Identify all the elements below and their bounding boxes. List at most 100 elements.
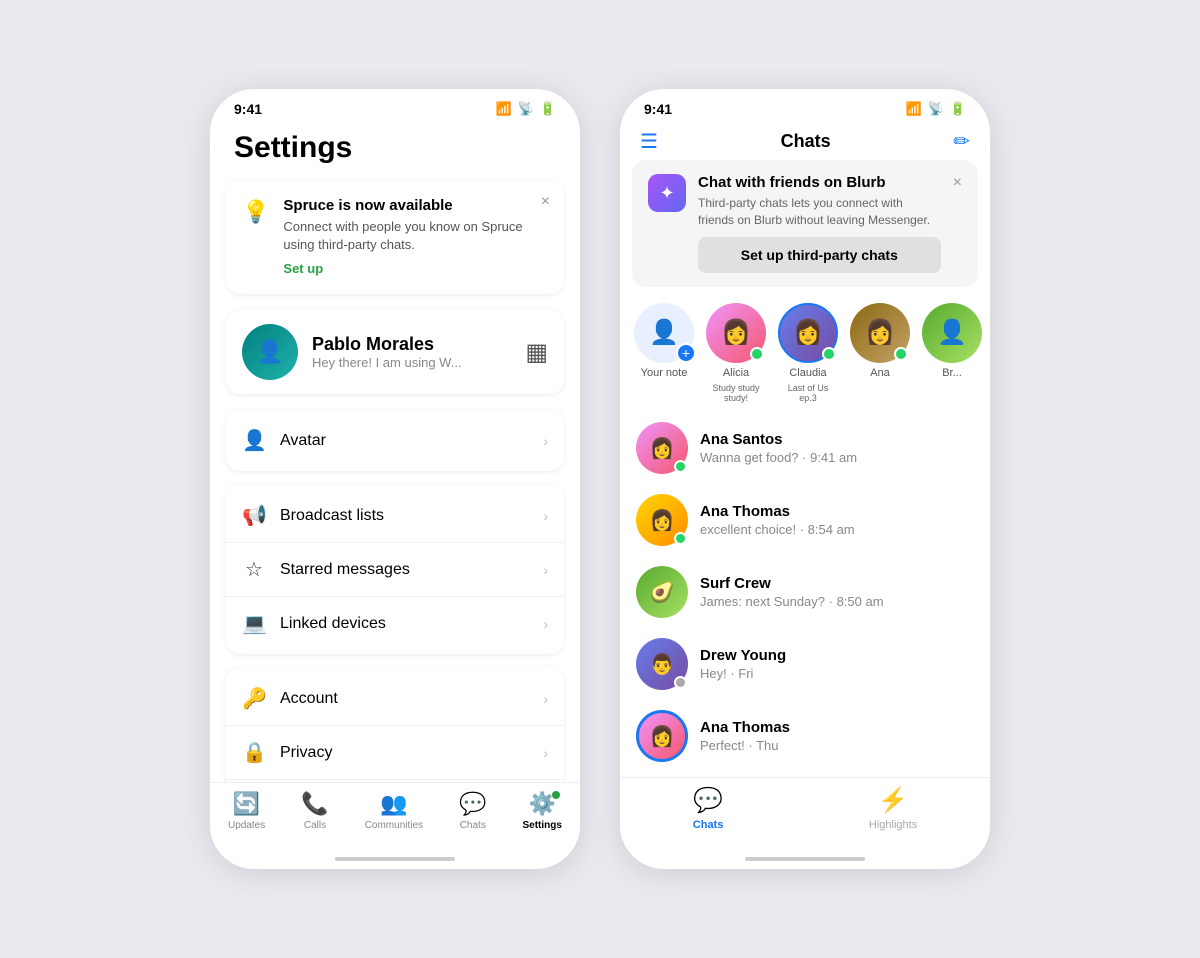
notification-close-button[interactable]: × [541,193,550,211]
chats-nav-chats[interactable]: 💬 Chats [693,786,724,831]
chat-avatar-wrap-ana-santos: 👩 [636,422,688,474]
story-avatar-wrap-br: 👤 [922,303,982,363]
banner-title: Chat with friends on Blurb [698,174,941,191]
home-indicator-left [335,857,455,861]
chat-info-ana-thomas-1: Ana Thomas excellent choice! · 8:54 am [700,503,974,537]
story-avatar-br: 👤 [922,303,982,363]
chat-item-ana-santos[interactable]: 👩 Ana Santos Wanna get food? · 9:41 am [620,412,990,484]
starred-label: Starred messages [280,561,529,579]
account-chevron-icon: › [543,691,548,707]
story-label-claudia: Claudia [789,367,826,379]
chats-bottom-nav: 💬 Chats ⚡ Highlights [620,777,990,851]
linked-label: Linked devices [280,615,529,633]
chat-name-drew-young: Drew Young [700,647,974,664]
chat-info-ana-santos: Ana Santos Wanna get food? · 9:41 am [700,431,974,465]
updates-label: Updates [228,820,265,831]
avatar-chevron-icon: › [543,433,548,449]
communities-icon: 👥 [380,791,407,817]
settings-item-broadcast[interactable]: 📢 Broadcast lists › [226,489,564,543]
chat-name-ana-thomas-1: Ana Thomas [700,503,974,520]
nav-communities[interactable]: 👥 Communities [365,791,423,831]
drew-online-dot [674,676,687,689]
nav-chats[interactable]: 💬 Chats [459,791,486,831]
chat-item-ana-thomas-2[interactable]: 👩 Ana Thomas Perfect! · Thu [620,700,990,772]
updates-icon: 🔄 [233,791,260,817]
privacy-label: Privacy [280,744,529,762]
broadcast-label: Broadcast lists [280,507,529,525]
chat-item-drew-young[interactable]: 👨 Drew Young Hey! · Fri [620,628,990,700]
chat-name-surf-crew: Surf Crew [700,575,974,592]
bottom-nav-left: 🔄 Updates 📞 Calls 👥 Communities 💬 Chats … [210,782,580,851]
chat-item-ana-thomas-1[interactable]: 👩 Ana Thomas excellent choice! · 8:54 am [620,484,990,556]
qr-code-icon[interactable]: ▦ [525,338,548,367]
chat-preview-drew-young: Hey! · Fri [700,666,974,681]
story-label-note: Your note [641,367,688,379]
compose-icon[interactable]: ✏ [953,129,970,154]
status-bar-right: 9:41 📶 📡 🔋 [620,89,990,121]
chats-nav-highlights[interactable]: ⚡ Highlights [869,786,917,831]
chat-info-drew-young: Drew Young Hey! · Fri [700,647,974,681]
nav-updates[interactable]: 🔄 Updates [228,791,265,831]
calls-label: Calls [304,820,326,831]
chat-list: 👩 Ana Santos Wanna get food? · 9:41 am 👩… [620,412,990,777]
chat-avatar-wrap-ana-thomas-2: 👩 [636,710,688,762]
wifi-icon-right: 📡 [928,101,944,117]
story-label-ana: Ana [870,367,890,379]
chat-item-surf-crew[interactable]: 🥑 Surf Crew James: next Sunday? · 8:50 a… [620,556,990,628]
banner-app-icon: ✦ [648,174,686,212]
notification-setup-link[interactable]: Set up [283,261,323,276]
status-icons-right: 📶 📡 🔋 [905,101,966,117]
profile-card[interactable]: 👤 Pablo Morales Hey there! I am using W.… [226,310,564,394]
notification-text: Spruce is now available Connect with peo… [283,197,548,278]
settings-content: Settings 💡 Spruce is now available Conne… [210,121,580,782]
chats-header-title: Chats [781,131,831,152]
linked-chevron-icon: › [543,616,548,632]
profile-name: Pablo Morales [312,334,511,355]
starred-icon: ☆ [242,557,266,582]
time-left: 9:41 [234,101,262,117]
profile-info: Pablo Morales Hey there! I am using W... [312,334,511,370]
banner-card: ✦ Chat with friends on Blurb Third-party… [632,160,978,287]
settings-title: Settings [234,131,564,165]
chat-name-ana-santos: Ana Santos [700,431,974,448]
right-phone: 9:41 📶 📡 🔋 ☰ Chats ✏ ✦ Chat with friends… [620,89,990,869]
account-icon: 🔑 [242,686,266,711]
settings-item-privacy[interactable]: 🔒 Privacy › [226,726,564,780]
notification-description: Connect with people you know on Spruce u… [283,218,548,254]
story-claudia[interactable]: 👩 Claudia Last of Us ep.3 [778,303,838,405]
story-br[interactable]: 👤 Br... [922,303,982,405]
chat-preview-ana-thomas-1: excellent choice! · 8:54 am [700,522,974,537]
settings-item-avatar[interactable]: 👤 Avatar › [226,414,564,467]
nav-calls[interactable]: 📞 Calls [301,791,328,831]
notification-card: 💡 Spruce is now available Connect with p… [226,181,564,294]
story-label-br: Br... [942,367,962,379]
chat-avatar-ana-thomas-2: 👩 [636,710,688,762]
chats-nav-highlights-icon: ⚡ [878,786,908,815]
banner-setup-button[interactable]: Set up third-party chats [698,237,941,273]
banner-close-button[interactable]: × [953,174,962,192]
communities-label: Communities [365,820,423,831]
status-icons-left: 📶 📡 🔋 [495,101,556,117]
avatar-icon: 👤 [242,428,266,453]
settings-item-linked[interactable]: 💻 Linked devices › [226,597,564,650]
account-label: Account [280,690,529,708]
nav-chats-icon: 💬 [459,791,486,817]
story-your-note[interactable]: 👤 + Your note [634,303,694,405]
chat-preview-ana-thomas-2: Perfect! · Thu [700,738,974,753]
settings-group-3: 🔑 Account › 🔒 Privacy › 💬 Chats › [226,668,564,782]
nav-settings[interactable]: ⚙️ Settings [522,791,561,831]
wifi-icon: 📡 [518,101,534,117]
chat-info-ana-thomas-2: Ana Thomas Perfect! · Thu [700,719,974,753]
story-avatar-wrap-claudia: 👩 [778,303,838,363]
chat-preview-ana-santos: Wanna get food? · 9:41 am [700,450,974,465]
chats-nav-chats-label: Chats [693,819,724,831]
story-alicia[interactable]: 👩 Alicia Study study study! [706,303,766,405]
story-add-icon: + [676,343,696,363]
chat-avatar-surf-crew: 🥑 [636,566,688,618]
menu-icon[interactable]: ☰ [640,129,658,154]
story-ana[interactable]: 👩 Ana [850,303,910,405]
settings-item-starred[interactable]: ☆ Starred messages › [226,543,564,597]
settings-item-account[interactable]: 🔑 Account › [226,672,564,726]
chats-header: ☰ Chats ✏ [620,121,990,160]
banner-text: Chat with friends on Blurb Third-party c… [698,174,941,273]
